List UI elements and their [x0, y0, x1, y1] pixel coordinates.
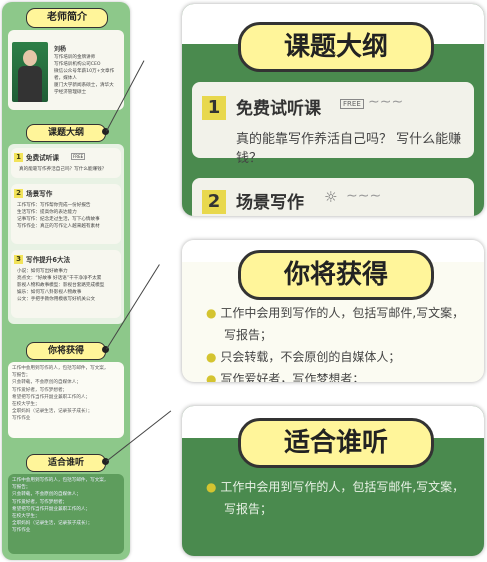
teacher-title: 老师简介 — [26, 8, 108, 28]
section-1: 1 免费试听课 FREE 真的能靠写作养活自己吗？写什么能赚钱？ — [11, 148, 121, 178]
zoom-panel-fit: 适合谁听 ● 工作中会用到写作的人，包括写邮件,写文案， 写报告； — [182, 406, 484, 556]
gain-list: ● 工作中会用到写作的人，包括写邮件,写文案， 写报告； ● 只会转载，不会原创… — [206, 306, 465, 382]
wave-icon: ∼∼∼ — [368, 94, 404, 110]
zoom-panel-gains: 你将获得 ● 工作中会用到写作的人，包括写邮件,写文案， 写报告； ● 只会转载… — [182, 240, 484, 382]
free-badge: FREE — [71, 153, 86, 160]
gain-title: 你将获得 — [26, 342, 106, 360]
avatar — [23, 50, 37, 66]
teacher-card: 刘杨 写作培训的金牌讲师 写作培训机构公司CEO 微信公众号年薪10万+文章作 … — [8, 30, 124, 110]
outline-title: 课题大纲 — [26, 124, 106, 142]
teacher-name: 刘杨 — [54, 46, 67, 53]
teacher-photo — [12, 42, 48, 102]
outline-item-2: 2 场景写作 ☼ ∼∼∼ — [192, 178, 474, 216]
gain-card: 工作中会用到写作的人，包括写邮件，写文案， 写报告； 只会转载，不会原创的自媒体… — [8, 362, 124, 438]
section-3: 3 写作提升6大法 小说：如何写出好故事力 亮点文：“好故事 好话语”干干净净不… — [11, 250, 121, 318]
fit-card: 工作中会用到写作的人，包括写邮件，写文案， 写报告； 只会转载，不会原创的自媒体… — [8, 474, 124, 554]
outline-item-1: 1 免费试听课 FREE ∼∼∼ 真的能靠写作养活自己吗？ 写什么能赚钱？ — [192, 82, 474, 166]
outline-card: 1 免费试听课 FREE 真的能靠写作养活自己吗？写什么能赚钱？ 2 场景写作 … — [8, 144, 124, 324]
phone-preview[interactable]: 老师简介 刘杨 写作培训的金牌讲师 写作培训机构公司CEO 微信公众号年薪10万… — [2, 2, 130, 560]
section-2: 2 场景写作 工作写作：写作帮你完成一份好报告 生活写作：提高你的表达能力 记事… — [11, 184, 121, 244]
wave-icon: ∼∼∼ — [346, 188, 382, 204]
outline-big-title: 课题大纲 — [238, 22, 434, 72]
bulb-icon: ☼ — [324, 188, 338, 206]
fit-big-title: 适合谁听 — [238, 418, 434, 468]
zoom-panel-outline: 课题大纲 1 免费试听课 FREE ∼∼∼ 真的能靠写作养活自己吗？ 写什么能赚… — [182, 4, 484, 216]
fit-list: ● 工作中会用到写作的人，包括写邮件,写文案， 写报告； — [206, 480, 465, 516]
fit-title: 适合谁听 — [26, 454, 106, 472]
teacher-bio: 写作培训的金牌讲师 写作培训机构公司CEO 微信公众号年薪10万+文章作 者，媒… — [54, 55, 115, 95]
free-icon: FREE — [340, 99, 364, 109]
gain-big-title: 你将获得 — [238, 250, 434, 300]
